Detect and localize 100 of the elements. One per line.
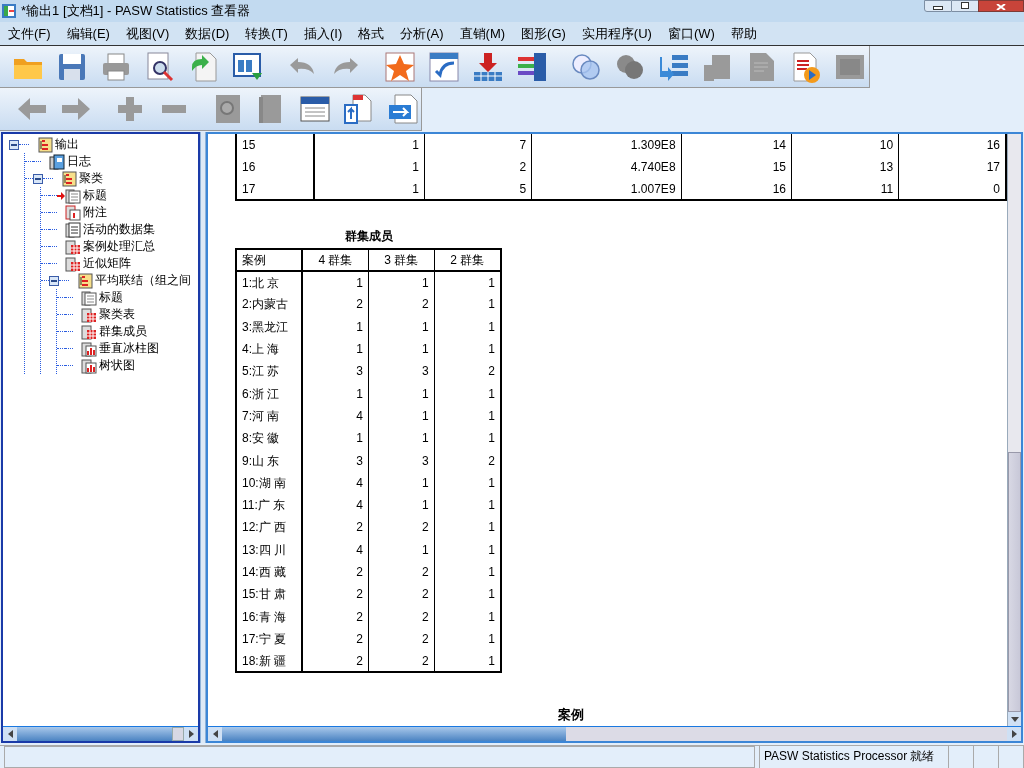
table-cell: 1 <box>434 271 501 294</box>
menu-item[interactable]: 图形(G) <box>515 23 572 44</box>
outline-item[interactable]: 群集成员 <box>99 324 147 339</box>
table-cell: 2 <box>301 583 369 606</box>
menu-item[interactable]: 转换(T) <box>239 23 294 44</box>
print-preview-icon <box>144 50 176 83</box>
star-table-icon <box>384 50 416 83</box>
scroll-down-button[interactable] <box>1008 712 1021 726</box>
menu-item[interactable]: 视图(V) <box>119 23 176 44</box>
chart-title: 案例 <box>558 706 584 725</box>
column-header: 3 群集 <box>368 249 435 271</box>
table-cell: 17 <box>236 178 314 200</box>
menu-item[interactable]: 编辑(E) <box>60 23 116 44</box>
table-cell: 1 <box>434 404 501 428</box>
table-cell: 1 <box>313 178 425 200</box>
outline-item[interactable]: 日志 <box>67 154 91 169</box>
maximize-button[interactable] <box>952 0 978 12</box>
table-cell: 1 <box>434 560 501 584</box>
minimize-button[interactable] <box>924 0 952 12</box>
table-cell: 1 <box>368 538 435 561</box>
table-cell: 1 <box>301 427 369 450</box>
outline-item[interactable]: 垂直冰柱图 <box>99 341 159 356</box>
menu-item[interactable]: 直销(M) <box>453 23 512 44</box>
outline-item[interactable]: 标题 <box>83 188 107 203</box>
scroll-right-button[interactable] <box>184 727 198 741</box>
table-cell: 2:内蒙古 <box>236 293 302 316</box>
table-cell: 1 <box>434 427 501 450</box>
menu-item[interactable]: 实用程序(U) <box>575 23 658 44</box>
table-cell: 1 <box>434 315 501 338</box>
right-arrow-icon <box>1011 730 1017 738</box>
outline-item[interactable]: 聚类 <box>79 171 103 186</box>
table-cell: 1 <box>368 427 435 450</box>
menu-item[interactable]: 窗口(W) <box>661 23 721 44</box>
close-button[interactable] <box>978 0 1024 12</box>
scroll-right-button[interactable] <box>1007 727 1021 741</box>
status-text: PASW Statistics Processor 就绪 <box>759 746 949 768</box>
outline-item[interactable]: 案例处理汇总 <box>83 239 155 254</box>
menu-item[interactable]: 数据(D) <box>179 23 236 44</box>
table-cell: 4:上 海 <box>236 337 302 361</box>
title-page-icon <box>81 289 97 306</box>
down-arrow-icon <box>1010 716 1019 722</box>
outline-item[interactable]: 活动的数据集 <box>83 222 155 237</box>
scroll-left-button[interactable] <box>3 727 17 741</box>
menu-item[interactable]: 插入(I) <box>297 23 349 44</box>
table-cell: 2 <box>368 560 435 584</box>
outline-item[interactable]: 输出 <box>55 137 79 152</box>
table-cell: 18:新 疆 <box>236 650 302 673</box>
table-cell: 1 <box>434 627 501 651</box>
table-cell: 14:西 藏 <box>236 560 302 584</box>
outline-item[interactable]: 标题 <box>99 290 123 305</box>
outline-book-icon <box>37 136 53 153</box>
table-cell: 1 <box>368 493 435 517</box>
table-cell: 17:宁 夏 <box>236 627 302 651</box>
table-cell: 2 <box>434 449 501 472</box>
outline-item[interactable]: 近似矩阵 <box>83 256 131 271</box>
table-cell: 16 <box>236 156 314 178</box>
table-cell: 2 <box>368 627 435 651</box>
scroll-thumb[interactable] <box>222 727 566 741</box>
table-cell: 5 <box>424 178 532 200</box>
outline-book-icon <box>77 272 93 289</box>
table-cell: 9:山 东 <box>236 449 302 472</box>
table-cell: 3:黑龙江 <box>236 315 302 338</box>
menu-item[interactable]: 帮助 <box>724 23 763 44</box>
menu-item[interactable]: 格式 <box>352 23 391 44</box>
table-cell: 1 <box>434 538 501 561</box>
table-cell: 1 <box>368 404 435 428</box>
table-cell: 1 <box>434 471 501 494</box>
table-page-icon <box>65 255 81 272</box>
scroll-left-button[interactable] <box>208 727 222 741</box>
table-cell: 1 <box>313 156 425 178</box>
table-cell: 1 <box>368 315 435 338</box>
scroll-thumb[interactable] <box>1008 452 1021 712</box>
outline-item[interactable]: 树状图 <box>99 358 135 373</box>
table-cell: 1 <box>368 271 435 294</box>
menu-item[interactable]: 分析(A) <box>394 23 450 44</box>
table-cell: 2 <box>424 156 532 178</box>
move-document-icon <box>387 93 420 125</box>
table-cell: 15 <box>236 134 314 156</box>
table-cell: 1 <box>301 382 369 405</box>
collapse-toggle[interactable] <box>9 139 19 150</box>
table-cell: 10 <box>791 134 899 156</box>
horizontal-scrollbar[interactable] <box>3 726 198 741</box>
scroll-thumb[interactable] <box>172 727 184 741</box>
outline-item[interactable]: 附注 <box>83 205 107 220</box>
outline-item[interactable]: 聚类表 <box>99 307 135 322</box>
collapse-toggle[interactable] <box>49 275 59 286</box>
insert-row-icon <box>472 50 504 83</box>
pivot-table-icon <box>428 50 460 83</box>
table-page-icon <box>81 323 97 340</box>
horizontal-scrollbar[interactable] <box>208 726 1021 741</box>
table-cell: 1 <box>434 337 501 361</box>
table-cell: 1.007E9 <box>531 178 682 200</box>
menu-item[interactable]: 文件(F) <box>2 23 57 44</box>
window-title: *输出1 [文档1] - PASW Statistics 查看器 <box>21 2 251 21</box>
column-header: 2 群集 <box>434 249 501 271</box>
vertical-scrollbar[interactable] <box>1007 134 1021 726</box>
table-cell: 1 <box>434 493 501 517</box>
collapse-toggle[interactable] <box>33 173 43 184</box>
table-page-icon <box>65 238 81 255</box>
outline-item[interactable]: 平均联结（组之间 <box>95 273 191 288</box>
